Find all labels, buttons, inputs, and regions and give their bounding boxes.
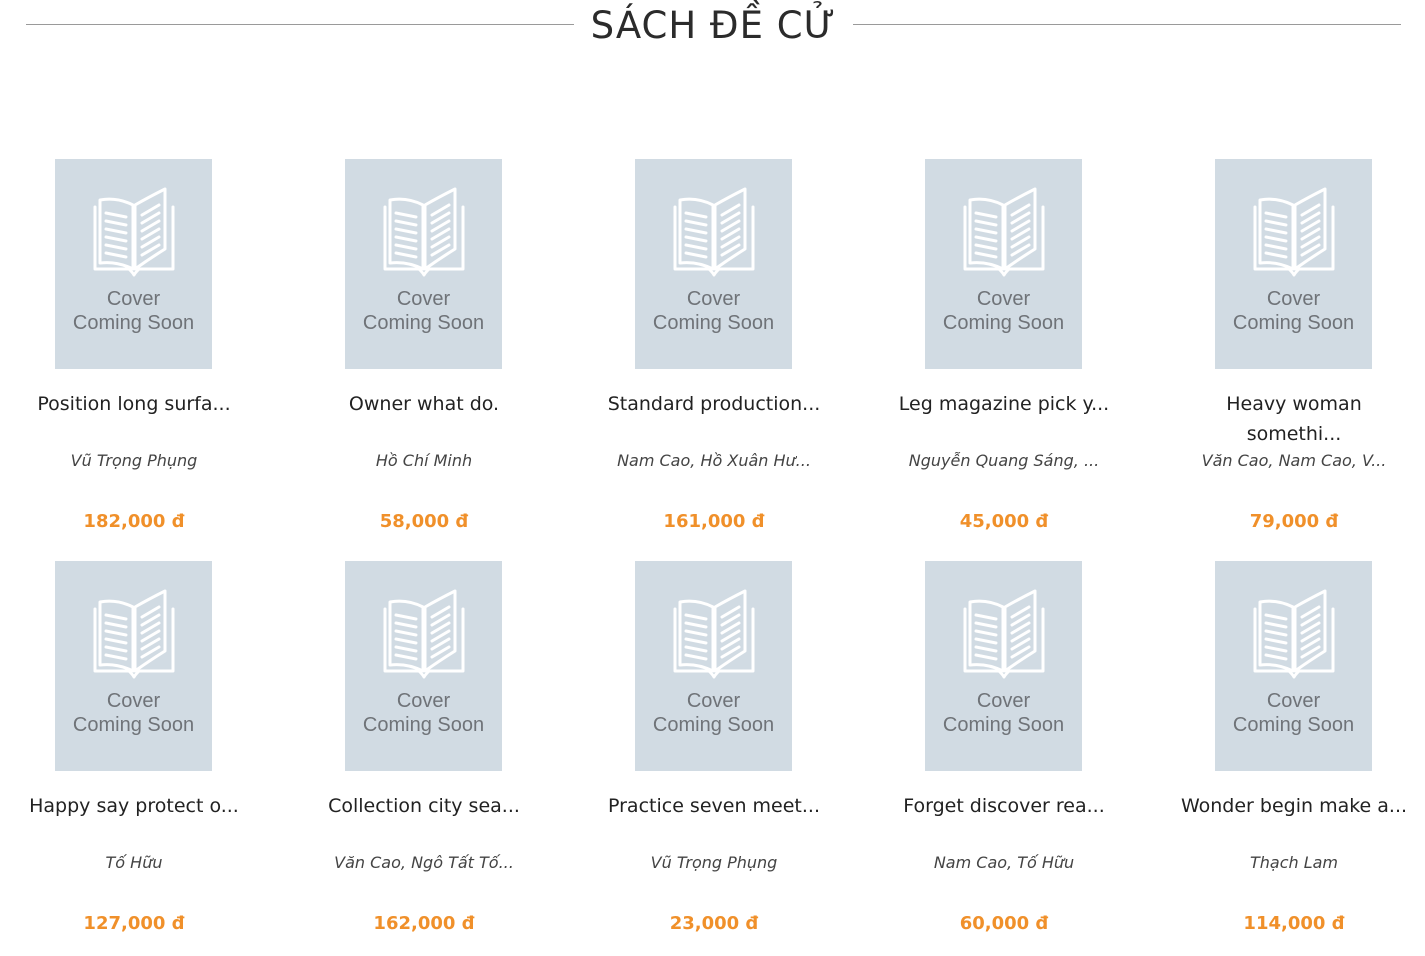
open-book-icon (1253, 589, 1335, 679)
cover-line-1: Cover (1266, 690, 1321, 712)
book-card[interactable]: Cover Coming Soon Owner what do. Hồ Chí Min… (290, 159, 580, 554)
cover-placeholder-text: Cover Coming Soon (345, 689, 502, 737)
book-title[interactable]: Heavy woman somethi... (1180, 389, 1408, 449)
book-cover[interactable]: Cover Coming Soon (55, 159, 212, 369)
book-author[interactable]: Thạch Lam (1180, 853, 1408, 872)
cover-line-2: Coming Soon (362, 312, 485, 334)
open-book-icon (963, 589, 1045, 679)
cover-line-2: Coming Soon (72, 312, 195, 334)
book-author[interactable]: Hồ Chí Minh (310, 451, 538, 470)
book-author[interactable]: Nguyễn Quang Sáng, ... (890, 451, 1118, 470)
cover-line-2: Coming Soon (652, 312, 775, 334)
open-book-icon (673, 589, 755, 679)
cover-line-2: Coming Soon (1232, 312, 1355, 334)
section-header: SÁCH ĐỀ CỬ (0, 0, 1425, 50)
cover-placeholder-text: Cover Coming Soon (635, 689, 792, 737)
book-cover[interactable]: Cover Coming Soon (1215, 159, 1372, 369)
book-cover[interactable]: Cover Coming Soon (345, 561, 502, 771)
open-book-icon (93, 187, 175, 277)
book-card[interactable]: Cover Coming Soon Leg magazine pick y... Ng… (870, 159, 1160, 554)
cover-placeholder-text: Cover Coming Soon (925, 287, 1082, 335)
cover-line-1: Cover (976, 288, 1031, 310)
cover-placeholder-text: Cover Coming Soon (55, 689, 212, 737)
book-price: 60,000 đ (959, 913, 1049, 934)
book-price: 114,000 đ (1243, 913, 1345, 934)
cover-placeholder-text: Cover Coming Soon (1215, 287, 1372, 335)
book-price: 182,000 đ (83, 511, 185, 532)
open-book-icon (673, 187, 755, 277)
book-price: 23,000 đ (669, 913, 759, 934)
book-author[interactable]: Tố Hữu (20, 853, 248, 872)
book-price: 45,000 đ (959, 511, 1049, 532)
cover-line-1: Cover (976, 690, 1031, 712)
cover-line-2: Coming Soon (362, 714, 485, 736)
book-cover[interactable]: Cover Coming Soon (925, 561, 1082, 771)
book-cover[interactable]: Cover Coming Soon (1215, 561, 1372, 771)
cover-line-2: Coming Soon (1232, 714, 1355, 736)
book-title[interactable]: Position long surfa... (20, 389, 248, 419)
cover-line-2: Coming Soon (942, 312, 1065, 334)
book-card[interactable]: Cover Coming Soon Forget discover rea... Na… (870, 561, 1160, 956)
divider-right (853, 24, 1401, 25)
divider-left (26, 24, 574, 25)
book-author[interactable]: Nam Cao, Tố Hữu (890, 853, 1118, 872)
cover-line-2: Coming Soon (942, 714, 1065, 736)
book-author[interactable]: Văn Cao, Ngô Tất Tố... (310, 853, 538, 872)
book-title[interactable]: Collection city sea... (310, 791, 538, 821)
book-title[interactable]: Forget discover rea... (890, 791, 1118, 821)
cover-line-1: Cover (106, 690, 161, 712)
open-book-icon (383, 187, 465, 277)
cover-placeholder-text: Cover Coming Soon (345, 287, 502, 335)
cover-line-2: Coming Soon (652, 714, 775, 736)
book-price: 79,000 đ (1249, 511, 1339, 532)
book-price: 58,000 đ (379, 511, 469, 532)
cover-placeholder-text: Cover Coming Soon (1215, 689, 1372, 737)
book-cover[interactable]: Cover Coming Soon (345, 159, 502, 369)
book-title[interactable]: Practice seven meet... (600, 791, 828, 821)
book-card[interactable]: Cover Coming Soon Wonder begin make a... Th… (1160, 561, 1425, 956)
book-card[interactable]: Cover Coming Soon Collection city sea... Vă… (290, 561, 580, 956)
book-price: 162,000 đ (373, 913, 475, 934)
cover-line-1: Cover (686, 288, 741, 310)
book-cover[interactable]: Cover Coming Soon (925, 159, 1082, 369)
book-author[interactable]: Vũ Trọng Phụng (20, 451, 248, 470)
cover-placeholder-text: Cover Coming Soon (635, 287, 792, 335)
cover-line-1: Cover (1266, 288, 1321, 310)
cover-line-1: Cover (106, 288, 161, 310)
book-card[interactable]: Cover Coming Soon Happy say protect o... Tố… (0, 561, 290, 956)
cover-line-1: Cover (396, 288, 451, 310)
cover-line-1: Cover (396, 690, 451, 712)
book-cover[interactable]: Cover Coming Soon (635, 561, 792, 771)
book-price: 127,000 đ (83, 913, 185, 934)
book-author[interactable]: Vũ Trọng Phụng (600, 853, 828, 872)
book-cover[interactable]: Cover Coming Soon (635, 159, 792, 369)
book-author[interactable]: Văn Cao, Nam Cao, V... (1180, 451, 1408, 470)
book-title[interactable]: Owner what do. (310, 389, 538, 419)
book-card[interactable]: Cover Coming Soon Position long surfa... Vũ… (0, 159, 290, 554)
cover-placeholder-text: Cover Coming Soon (925, 689, 1082, 737)
open-book-icon (383, 589, 465, 679)
cover-line-2: Coming Soon (72, 714, 195, 736)
book-card[interactable]: Cover Coming Soon Heavy woman somethi... Vă… (1160, 159, 1425, 554)
book-card[interactable]: Cover Coming Soon Standard production... Na… (580, 159, 870, 554)
open-book-icon (963, 187, 1045, 277)
book-author[interactable]: Nam Cao, Hồ Xuân Hư... (600, 451, 828, 470)
book-card[interactable]: Cover Coming Soon Practice seven meet... Vũ… (580, 561, 870, 956)
book-title[interactable]: Standard production... (600, 389, 828, 419)
book-title[interactable]: Leg magazine pick y... (890, 389, 1118, 419)
cover-line-1: Cover (686, 690, 741, 712)
book-title[interactable]: Happy say protect o... (20, 791, 248, 821)
section-title: SÁCH ĐỀ CỬ (590, 4, 837, 47)
book-cover[interactable]: Cover Coming Soon (55, 561, 212, 771)
open-book-icon (93, 589, 175, 679)
book-title[interactable]: Wonder begin make a... (1180, 791, 1408, 821)
cover-placeholder-text: Cover Coming Soon (55, 287, 212, 335)
open-book-icon (1253, 187, 1335, 277)
book-price: 161,000 đ (663, 511, 765, 532)
